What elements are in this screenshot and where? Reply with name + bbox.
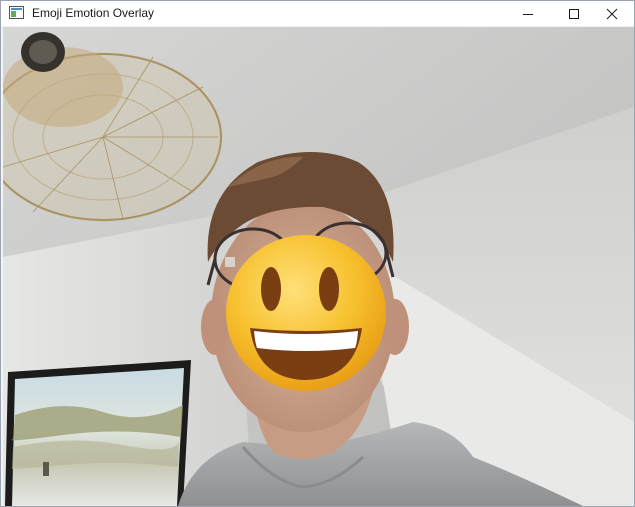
grinning-face-emoji-overlay [226, 235, 386, 391]
camera-feed [3, 27, 634, 506]
app-window: Emoji Emotion Overlay [0, 0, 635, 507]
maximize-icon [569, 8, 579, 19]
close-icon [606, 8, 618, 19]
title-bar[interactable]: Emoji Emotion Overlay [1, 1, 634, 26]
framed-beach-picture [5, 360, 191, 506]
close-button[interactable] [589, 1, 635, 26]
minimize-icon [523, 13, 533, 15]
app-window-icon [9, 6, 24, 19]
window-title: Emoji Emotion Overlay [32, 6, 155, 20]
minimize-button[interactable] [505, 1, 551, 26]
